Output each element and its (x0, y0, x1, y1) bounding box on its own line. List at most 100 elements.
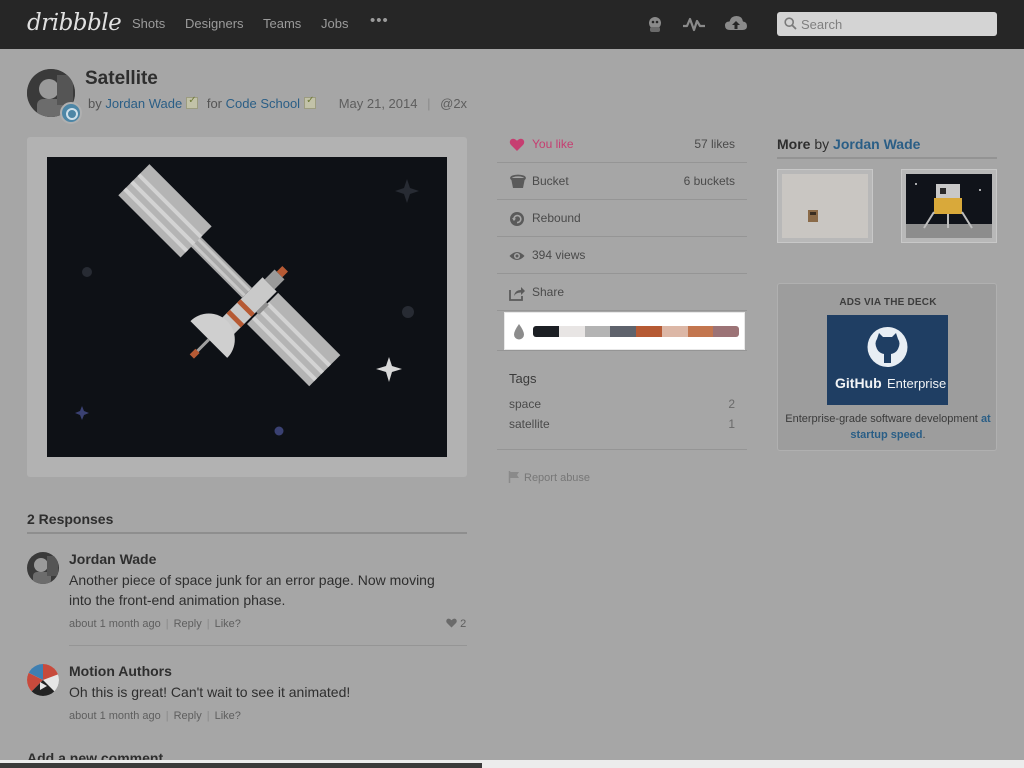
nav-link-designers[interactable]: Designers (185, 16, 244, 31)
likes-count[interactable]: 57 likes (694, 137, 735, 151)
more-shot-thumbnail[interactable] (901, 169, 997, 243)
tag-name[interactable]: satellite (509, 417, 550, 431)
color-swatch[interactable] (610, 326, 636, 337)
color-swatch[interactable] (661, 326, 688, 337)
comment-time: about 1 month ago (69, 618, 161, 630)
more-by-heading: More by Jordan Wade (777, 136, 920, 152)
comment-meta: about 1 month ago | Reply | Like? (69, 710, 241, 722)
color-swatch[interactable] (533, 326, 559, 337)
tags-divider (497, 449, 747, 450)
tags-heading: Tags (509, 371, 537, 386)
comment-like-count: 2 (446, 618, 466, 630)
nav-link-jobs[interactable]: Jobs (321, 16, 348, 31)
pro-badge-icon (60, 102, 82, 124)
share-row[interactable]: Share (497, 274, 747, 311)
comment-author[interactable]: Motion Authors (69, 663, 172, 679)
heart-icon (446, 618, 457, 628)
ad-heading[interactable]: ADS VIA THE DECK (778, 297, 998, 308)
github-enterprise-ad[interactable]: GitHub Enterprise (827, 315, 948, 405)
github-octocat-icon (827, 315, 948, 405)
more-menu-button[interactable]: ••• (370, 12, 389, 29)
comment-author[interactable]: Jordan Wade (69, 551, 156, 567)
rebound-row[interactable]: Rebound (497, 200, 747, 237)
search-icon (784, 17, 797, 35)
dribbble-logo[interactable]: dribbble (27, 10, 122, 36)
flag-icon (508, 471, 520, 486)
ad-panel: ADS VIA THE DECK GitHub Enterprise Enter… (777, 283, 997, 451)
color-palette (504, 312, 745, 350)
more-shot-thumbnail[interactable] (777, 169, 873, 243)
satellite-illustration (47, 157, 447, 457)
comment-like-link[interactable]: Like? (215, 710, 241, 722)
bottom-scroll-strip (0, 760, 1024, 768)
comment-avatar[interactable] (27, 552, 59, 584)
top-navbar: dribbble Shots Designers Teams Jobs ••• (0, 0, 1024, 49)
author-link[interactable]: Jordan Wade (105, 96, 182, 111)
rebound-icon (509, 211, 525, 227)
comment-time: about 1 month ago (69, 710, 161, 722)
shot-frame (27, 137, 467, 477)
buckets-count[interactable]: 6 buckets (684, 174, 735, 188)
comment-reply-link[interactable]: Reply (174, 710, 202, 722)
shot-image[interactable] (47, 157, 447, 457)
search-box (777, 12, 997, 36)
palette-swatches (533, 326, 739, 337)
views-count: 394 views (532, 248, 586, 262)
bucket-row[interactable]: Bucket 6 buckets (497, 163, 747, 200)
bucket-icon (509, 174, 526, 190)
bucket-label[interactable]: Bucket (532, 174, 569, 188)
team-verified-check-icon (304, 95, 317, 109)
responses-divider (27, 532, 467, 534)
separator: | (427, 96, 431, 111)
more-label: More (777, 136, 811, 152)
by-label: by (88, 96, 102, 111)
share-icon (509, 285, 525, 301)
color-swatch[interactable] (584, 326, 611, 337)
comment-body: Another piece of space junk for an error… (69, 572, 435, 608)
color-swatch[interactable] (713, 326, 739, 337)
upload-cloud-icon[interactable] (724, 14, 748, 34)
team-link[interactable]: Code School (226, 96, 300, 111)
eye-icon (509, 248, 525, 264)
resolution-2x-link[interactable]: @2x (440, 96, 467, 111)
robot-thumbnail (808, 210, 818, 222)
more-divider (777, 157, 997, 159)
scroll-progress-bar[interactable] (0, 763, 482, 768)
ad-description: Enterprise-grade software development at… (785, 413, 991, 441)
tag-item[interactable]: satellite 1 (509, 417, 735, 431)
color-swatch[interactable] (687, 326, 714, 337)
shot-title: Satellite (85, 68, 158, 89)
comment-reply-link[interactable]: Reply (174, 618, 202, 630)
color-drop-icon (513, 324, 525, 345)
responses-heading: 2 Responses (27, 511, 114, 527)
shot-date: May 21, 2014 (338, 96, 418, 111)
share-label[interactable]: Share (532, 285, 564, 299)
like-label[interactable]: You like (532, 137, 574, 151)
nav-link-teams[interactable]: Teams (263, 16, 301, 31)
comment-divider (69, 645, 467, 646)
activity-icon[interactable] (682, 14, 706, 34)
more-by-label: by (814, 136, 830, 152)
comment-like-link[interactable]: Like? (215, 618, 241, 630)
tag-count: 1 (728, 417, 735, 431)
tag-name[interactable]: space (509, 397, 541, 411)
color-swatch[interactable] (636, 326, 662, 337)
color-swatch[interactable] (558, 326, 585, 337)
nav-link-shots[interactable]: Shots (132, 16, 165, 31)
shot-byline: by Jordan Wade for Code School May 21, 2… (88, 95, 467, 111)
tag-item[interactable]: space 2 (509, 397, 735, 411)
for-label: for (206, 96, 222, 111)
user-avatar-icon[interactable] (645, 14, 665, 34)
comment-body: Oh this is great! Can't wait to see it a… (69, 684, 351, 700)
tag-count: 2 (728, 397, 735, 411)
verified-check-icon (186, 95, 199, 109)
ad-brand: GitHub (835, 375, 882, 391)
like-row[interactable]: You like 57 likes (497, 126, 747, 163)
rebound-label[interactable]: Rebound (532, 211, 581, 225)
report-abuse-link[interactable]: Report abuse (508, 471, 590, 486)
heart-icon (509, 137, 525, 153)
comment-avatar[interactable] (27, 664, 59, 696)
search-input[interactable] (801, 15, 991, 33)
more-author-link[interactable]: Jordan Wade (833, 136, 920, 152)
comment-meta: about 1 month ago | Reply | Like? (69, 618, 241, 630)
